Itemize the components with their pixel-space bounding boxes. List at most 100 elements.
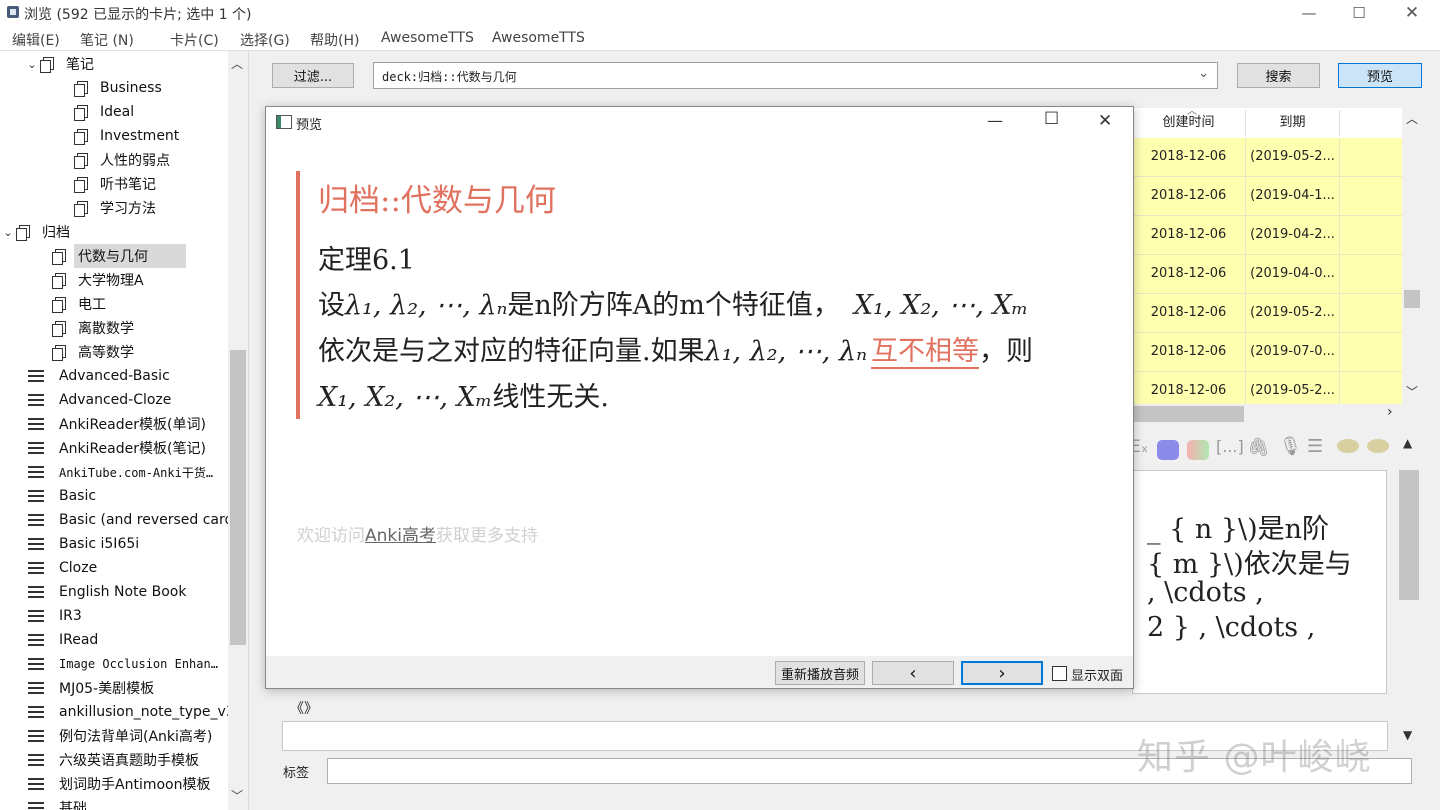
- collapse-up-icon[interactable]: ▲: [1403, 436, 1412, 450]
- sidebar-item[interactable]: Advanced-Cloze: [28, 388, 175, 412]
- scroll-down-icon[interactable]: ﹀: [231, 787, 243, 804]
- sidebar-item[interactable]: Basic: [28, 484, 100, 508]
- table-cell-created[interactable]: 2018-12-06: [1132, 216, 1246, 255]
- preview-close-button[interactable]: ✕: [1098, 111, 1112, 131]
- table-cell-created[interactable]: 2018-12-06: [1132, 294, 1246, 333]
- sidebar-item[interactable]: Advanced-Basic: [28, 364, 174, 388]
- attach-icon[interactable]: 🖇: [1247, 437, 1270, 458]
- sidebar-item[interactable]: MJ05-美剧模板: [28, 676, 158, 700]
- sidebar-item[interactable]: Business: [74, 76, 166, 100]
- plugin-icon-1[interactable]: [1337, 439, 1359, 453]
- menu-edit[interactable]: 编辑(E): [12, 30, 60, 50]
- collapse-down-icon[interactable]: ▼: [1403, 728, 1412, 742]
- sidebar-item[interactable]: 六级英语真题助手模板: [28, 748, 203, 772]
- menu-lines-icon[interactable]: ☰: [1307, 436, 1323, 457]
- table-hscroll-thumb[interactable]: [1132, 406, 1244, 422]
- sidebar-item[interactable]: Basic (and reversed card): [28, 508, 243, 532]
- sidebar-item[interactable]: Basic i5I65i: [28, 532, 143, 556]
- sidebar-item[interactable]: AnkiTube.com-Anki干货…: [28, 460, 217, 484]
- previous-card-button[interactable]: ‹: [872, 661, 954, 685]
- scroll-down-icon[interactable]: ﹀: [1406, 383, 1418, 400]
- sidebar-item[interactable]: IRead: [28, 628, 102, 652]
- table-cell-due[interactable]: (2019-04-1...: [1246, 177, 1340, 216]
- preview-minimize-button[interactable]: —: [987, 111, 1003, 130]
- sidebar-item[interactable]: 离散数学: [52, 316, 138, 340]
- table-cell-empty[interactable]: [1340, 333, 1403, 372]
- scroll-up-icon[interactable]: ︿: [231, 55, 243, 72]
- chevron-down-icon[interactable]: ⌄: [0, 226, 16, 239]
- maximize-button[interactable]: ☐: [1336, 0, 1382, 26]
- footer-link[interactable]: Anki高考: [365, 526, 436, 546]
- double-sided-checkbox[interactable]: [1052, 666, 1067, 681]
- sidebar-item[interactable]: 划词助手Antimoon模板: [28, 772, 214, 796]
- table-cell-created[interactable]: 2018-12-06: [1132, 177, 1246, 216]
- table-cell-empty[interactable]: [1340, 216, 1403, 255]
- sidebar-item[interactable]: Image Occlusion Enhan…: [28, 652, 222, 676]
- preview-maximize-button[interactable]: ☐: [1044, 109, 1059, 129]
- sidebar-item[interactable]: ⌄ 笔记: [24, 52, 98, 76]
- table-cell-due[interactable]: (2019-05-2...: [1246, 294, 1340, 333]
- table-cell-created[interactable]: 2018-12-06: [1132, 138, 1246, 177]
- table-cell-empty[interactable]: [1340, 177, 1403, 216]
- scroll-up-icon[interactable]: ︿: [1406, 110, 1418, 127]
- table-cell-empty[interactable]: [1340, 138, 1403, 177]
- column-header-due[interactable]: 到期: [1246, 110, 1340, 136]
- plugin-icon-2[interactable]: [1367, 439, 1389, 453]
- editor-scrollbar[interactable]: [1398, 470, 1420, 692]
- menu-note[interactable]: 笔记 (N): [80, 30, 134, 50]
- sidebar-item[interactable]: English Note Book: [28, 580, 190, 604]
- sidebar-scroll-thumb[interactable]: [230, 350, 246, 645]
- editor-field[interactable]: _ { n }\)是n阶 { m }\)依次是与 , \cdots , 2 } …: [1132, 470, 1387, 694]
- sidebar-item[interactable]: ⌄ 归档: [0, 220, 74, 244]
- sidebar-item[interactable]: 人性的弱点: [74, 148, 174, 172]
- table-vscroll-thumb[interactable]: [1404, 290, 1420, 308]
- sidebar-item[interactable]: 听书笔记: [74, 172, 160, 196]
- table-cell-due[interactable]: (2019-05-2...: [1246, 138, 1340, 177]
- preview-button[interactable]: 预览: [1338, 63, 1422, 88]
- sidebar-item[interactable]: Ideal: [74, 100, 138, 124]
- sidebar-item[interactable]: Investment: [74, 124, 183, 148]
- editor-scroll-thumb[interactable]: [1399, 470, 1419, 600]
- sidebar-item[interactable]: 学习方法: [74, 196, 160, 220]
- table-hscroll[interactable]: ›: [1132, 404, 1422, 424]
- cloze-icon[interactable]: [...]: [1216, 437, 1244, 456]
- sidebar-item[interactable]: 高等数学: [52, 340, 138, 364]
- highlight-color-icon[interactable]: [1187, 440, 1209, 460]
- sidebar-item[interactable]: 基础: [28, 796, 91, 810]
- menu-awesometts-2[interactable]: AwesomeTTS: [492, 30, 585, 46]
- table-cell-due[interactable]: (2019-04-2...: [1246, 216, 1340, 255]
- table-cell-created[interactable]: 2018-12-06: [1132, 333, 1246, 372]
- search-input[interactable]: deck:归档::代数与几何 ⌄: [373, 62, 1218, 89]
- sidebar-item[interactable]: Cloze: [28, 556, 101, 580]
- chevron-down-icon[interactable]: ⌄: [1198, 66, 1209, 81]
- filter-button[interactable]: 过滤...: [272, 63, 354, 88]
- minimize-button[interactable]: —: [1286, 0, 1332, 26]
- search-button[interactable]: 搜索: [1237, 63, 1320, 88]
- table-cell-empty[interactable]: [1340, 255, 1403, 294]
- sidebar-item[interactable]: IR3: [28, 604, 86, 628]
- sidebar-item[interactable]: 电工: [52, 292, 110, 316]
- sidebar-item[interactable]: ankillusion_note_type_v3: [28, 700, 239, 724]
- text-color-icon[interactable]: [1157, 440, 1179, 460]
- menu-select[interactable]: 选择(G): [240, 30, 290, 50]
- sidebar-item[interactable]: AnkiReader模板(单词): [28, 412, 210, 436]
- table-cell-due[interactable]: (2019-07-0...: [1246, 333, 1340, 372]
- sidebar-item[interactable]: 代数与几何: [52, 244, 186, 268]
- table-cell-empty[interactable]: [1340, 294, 1403, 333]
- table-cell-created[interactable]: 2018-12-06: [1132, 255, 1246, 294]
- close-button[interactable]: ✕: [1389, 0, 1435, 26]
- sidebar-item[interactable]: AnkiReader模板(笔记): [28, 436, 210, 460]
- editor-line: { m }\)依次是与: [1147, 549, 1352, 580]
- record-audio-icon[interactable]: 🎙: [1279, 436, 1302, 457]
- table-cell-due[interactable]: (2019-04-0...: [1246, 255, 1340, 294]
- replay-audio-button[interactable]: 重新播放音频: [775, 661, 865, 685]
- menu-awesometts-1[interactable]: AwesomeTTS: [381, 30, 474, 46]
- sidebar-item[interactable]: 大学物理A: [52, 268, 148, 292]
- sidebar-item[interactable]: 例句法背单词(Anki高考): [28, 724, 216, 748]
- next-card-button[interactable]: ›: [961, 661, 1043, 685]
- menu-help[interactable]: 帮助(H): [310, 30, 359, 50]
- table-vscroll[interactable]: ︿ ﹀: [1402, 108, 1422, 404]
- scroll-right-icon[interactable]: ›: [1387, 404, 1393, 420]
- chevron-down-icon[interactable]: ⌄: [24, 58, 40, 71]
- menu-card[interactable]: 卡片(C): [170, 30, 219, 50]
